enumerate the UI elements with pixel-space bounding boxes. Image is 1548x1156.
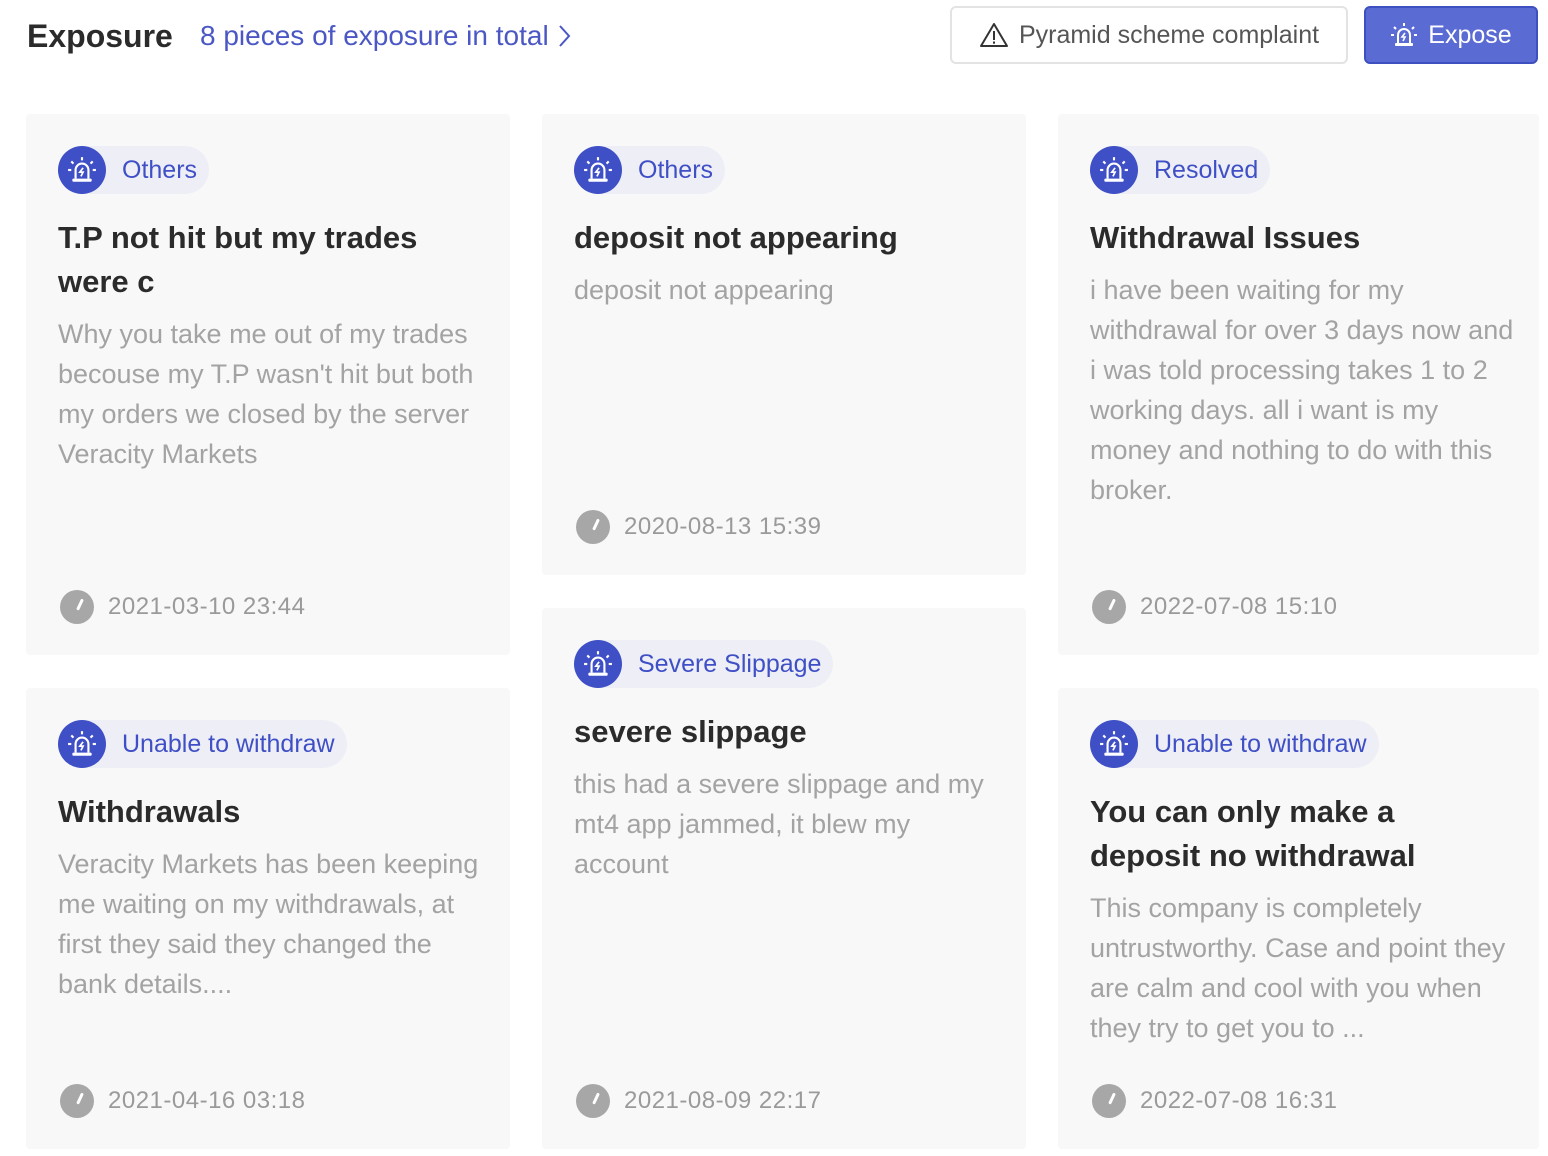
card-title: Withdrawal Issues (1090, 220, 1361, 255)
total-exposure-link[interactable]: 8 pieces of exposure in total (200, 16, 571, 56)
page-header: Exposure 8 pieces of exposure in total P… (0, 0, 1548, 80)
timestamp-text: 2020-08-13 15:39 (624, 513, 822, 540)
card-title: severe slippage (574, 714, 807, 749)
alarm-siren-icon (1090, 720, 1138, 768)
card-timestamp: 2022-07-08 16:31 (1092, 1083, 1338, 1119)
complaint-button-label: Pyramid scheme complaint (1018, 20, 1320, 49)
category-tag-label: Unable to withdraw (122, 729, 335, 758)
card-title: deposit not appearing (574, 220, 898, 255)
timestamp-text: 2021-08-09 22:17 (624, 1087, 822, 1114)
card-timestamp: 2022-07-08 15:10 (1092, 589, 1338, 625)
category-tag: Others (58, 146, 210, 194)
card-timestamp: 2021-08-09 22:17 (576, 1083, 822, 1119)
alarm-siren-icon (58, 146, 106, 194)
category-tag: Resolved (1090, 146, 1271, 194)
category-tag: Others (574, 146, 726, 194)
exposure-card[interactable]: Others deposit not appearing deposit not… (542, 114, 1026, 575)
clock-icon (576, 510, 610, 544)
clock-icon (576, 1084, 610, 1118)
pyramid-scheme-complaint-button[interactable]: Pyramid scheme complaint (950, 6, 1348, 64)
category-tag-label: Others (122, 155, 198, 184)
card-timestamp: 2021-04-16 03:18 (60, 1083, 306, 1119)
category-tag-label: Resolved (1154, 155, 1259, 184)
card-timestamp: 2020-08-13 15:39 (576, 509, 822, 545)
category-tag: Unable to withdraw (1090, 720, 1379, 768)
expose-button[interactable]: Expose (1364, 6, 1538, 64)
clock-icon (1092, 1084, 1126, 1118)
card-body: deposit not appearing (574, 275, 834, 305)
timestamp-text: 2021-04-16 03:18 (108, 1087, 306, 1114)
exposure-card[interactable]: Unable to withdraw You can only make a d… (1058, 688, 1539, 1149)
timestamp-text: 2022-07-08 15:10 (1140, 593, 1338, 620)
card-title: T.P not hit but my trades were c (58, 220, 418, 299)
card-title: Withdrawals (58, 794, 241, 829)
alarm-siren-icon (58, 720, 106, 768)
category-tag-label: Others (638, 155, 714, 184)
card-body: This company is completely untrustworthy… (1090, 893, 1506, 1043)
card-body: Why you take me out of my trades becouse… (58, 319, 474, 469)
category-tag-label: Severe Slippage (638, 649, 822, 678)
card-body: i have been waiting for my withdrawal fo… (1090, 275, 1514, 505)
total-exposure-label: 8 pieces of exposure in total (200, 20, 549, 51)
timestamp-text: 2022-07-08 16:31 (1140, 1087, 1338, 1114)
chevron-right-icon (558, 25, 571, 47)
exposure-card[interactable]: Resolved Withdrawal Issues i have been w… (1058, 114, 1539, 655)
category-tag: Unable to withdraw (58, 720, 347, 768)
exposure-card[interactable]: Others T.P not hit but my trades were c … (26, 114, 510, 655)
timestamp-text: 2021-03-10 23:44 (108, 593, 306, 620)
card-body: Veracity Markets has been keeping me wai… (58, 849, 479, 999)
category-tag: Severe Slippage (574, 640, 834, 688)
clock-icon (60, 1084, 94, 1118)
card-timestamp: 2021-03-10 23:44 (60, 589, 306, 625)
category-tag-label: Unable to withdraw (1154, 729, 1367, 758)
alarm-siren-icon (1090, 146, 1138, 194)
exposure-card[interactable]: Unable to withdraw Withdrawals Veracity … (26, 688, 510, 1149)
alarm-siren-icon (574, 146, 622, 194)
alarm-siren-icon (574, 640, 622, 688)
expose-button-label: Expose (1428, 20, 1512, 49)
exposure-card[interactable]: Severe Slippage severe slippage this had… (542, 608, 1026, 1149)
card-body: this had a severe slippage and my mt4 ap… (574, 769, 984, 879)
clock-icon (60, 590, 94, 624)
card-title: You can only make a deposit no withdrawa… (1090, 794, 1416, 873)
page-title: Exposure (27, 18, 173, 54)
warning-triangle-icon (979, 23, 1008, 47)
clock-icon (1092, 590, 1126, 624)
alarm-siren-icon (1391, 23, 1418, 46)
